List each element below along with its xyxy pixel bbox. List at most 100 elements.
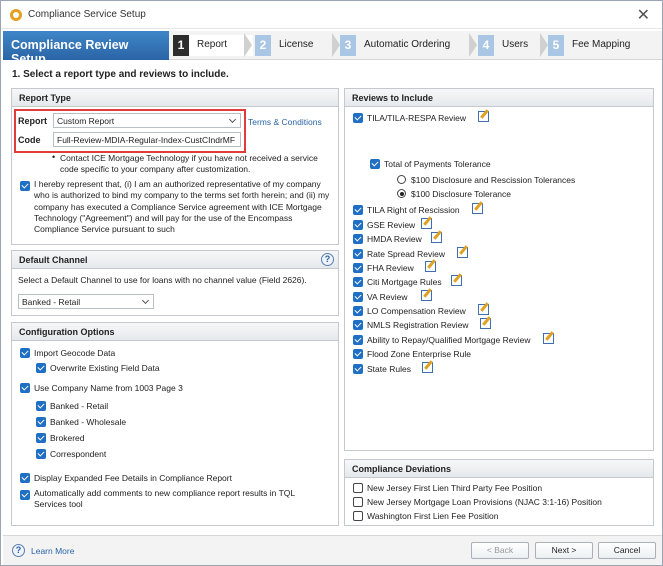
display-expanded-checkbox[interactable]	[20, 473, 30, 483]
reviews-panel: Reviews to Include TILA/TILA-RESPA Revie…	[344, 88, 654, 451]
radio-disclosure-rescission[interactable]	[397, 175, 406, 184]
review-checkbox[interactable]	[353, 234, 363, 244]
review-label: Flood Zone Enterprise Rule	[367, 349, 471, 359]
step-separator-icon	[469, 33, 477, 57]
edit-icon[interactable]	[457, 247, 468, 258]
deviation-checkbox[interactable]	[353, 483, 363, 493]
step-separator-icon	[244, 33, 252, 57]
review-checkbox[interactable]	[353, 249, 363, 259]
footer-bar: ? Learn More < Back Next > Cancel	[3, 535, 662, 565]
deviation-label: New Jersey First Lien Third Party Fee Po…	[367, 483, 543, 493]
review-checkbox[interactable]	[353, 205, 363, 215]
total-payments-checkbox[interactable]	[370, 159, 380, 169]
panel-header: Default Channel ?	[12, 251, 338, 269]
deviation-checkbox[interactable]	[353, 511, 363, 521]
review-label: Citi Mortgage Rules	[367, 277, 442, 287]
edit-icon[interactable]	[480, 318, 491, 329]
review-checkbox[interactable]	[353, 306, 363, 316]
panel-title: Default Channel	[19, 255, 88, 265]
step-label: License	[279, 39, 314, 50]
tila-respa-label: TILA/TILA-RESPA Review	[367, 113, 467, 123]
deviation-checkbox[interactable]	[353, 497, 363, 507]
display-expanded-label: Display Expanded Fee Details in Complian…	[34, 473, 232, 483]
use-company-name-label: Use Company Name from 1003 Page 3	[34, 383, 183, 393]
wizard-steps-bar: Compliance Review Setup 1 Report 2 Licen…	[3, 31, 662, 66]
step-separator-icon	[332, 33, 340, 57]
review-checkbox[interactable]	[353, 335, 363, 345]
use-company-name-checkbox[interactable]	[20, 383, 30, 393]
review-label: Ability to Repay/Qualified Mortgage Revi…	[367, 335, 531, 345]
panel-header: Compliance Deviations	[345, 460, 653, 478]
bullet-icon: •	[52, 152, 56, 162]
step-number: 2	[255, 35, 271, 56]
review-checkbox[interactable]	[353, 292, 363, 302]
step-fee-mapping[interactable]: 5 Fee Mapping	[548, 35, 658, 56]
authorized-checkbox[interactable]	[20, 181, 30, 191]
edit-icon[interactable]	[472, 203, 483, 214]
step-users[interactable]: 4 Users	[478, 35, 543, 56]
review-label: GSE Review	[367, 220, 416, 230]
radio-disclosure[interactable]	[397, 189, 406, 198]
import-geocode-checkbox[interactable]	[20, 348, 30, 358]
edit-icon[interactable]	[422, 362, 433, 373]
channel-select-value: Banked - Retail	[22, 297, 81, 307]
auto-comments-label: Automatically add comments to new compli…	[34, 488, 295, 510]
panel-header: Configuration Options	[12, 323, 338, 341]
authorization-text: I hereby represent that, (i) I am an aut…	[34, 179, 330, 235]
next-button[interactable]: Next >	[535, 542, 593, 559]
contact-note: Contact ICE Mortgage Technology if you h…	[60, 153, 318, 175]
highlight-box	[14, 109, 246, 153]
import-geocode-label: Import Geocode Data	[34, 348, 116, 358]
back-button[interactable]: < Back	[471, 542, 529, 559]
banked-wholesale-checkbox[interactable]	[36, 417, 46, 427]
correspondent-checkbox[interactable]	[36, 449, 46, 459]
step-number: 3	[340, 35, 356, 56]
edit-icon[interactable]	[478, 304, 489, 315]
instruction-text: 1. Select a report type and reviews to i…	[12, 69, 229, 80]
step-number: 1	[173, 35, 189, 56]
step-license[interactable]: 2 License	[255, 35, 333, 56]
edit-icon[interactable]	[421, 218, 432, 229]
review-checkbox[interactable]	[353, 277, 363, 287]
edit-icon[interactable]	[543, 333, 554, 344]
default-channel-panel: Default Channel ? Select a Default Chann…	[11, 250, 339, 316]
close-icon[interactable]: ✕	[637, 5, 650, 25]
review-label: FHA Review	[367, 263, 414, 273]
review-checkbox[interactable]	[353, 364, 363, 374]
help-icon[interactable]: ?	[321, 253, 334, 266]
step-label: Fee Mapping	[572, 39, 631, 50]
learn-more-link[interactable]: Learn More	[31, 546, 74, 556]
edit-icon[interactable]	[431, 232, 442, 243]
overwrite-field-checkbox[interactable]	[36, 363, 46, 373]
default-channel-select[interactable]: Banked - Retail	[18, 294, 154, 309]
review-checkbox[interactable]	[353, 349, 363, 359]
review-checkbox[interactable]	[353, 263, 363, 273]
banked-retail-checkbox[interactable]	[36, 401, 46, 411]
step-label: Report	[197, 39, 228, 50]
correspondent-label: Correspondent	[50, 449, 107, 459]
edit-icon[interactable]	[425, 261, 436, 272]
edit-icon[interactable]	[478, 111, 489, 122]
review-checkbox[interactable]	[353, 320, 363, 330]
radio-disclosure-label: $100 Disclosure Tolerance	[411, 189, 512, 199]
tila-respa-checkbox[interactable]	[353, 113, 363, 123]
auto-comments-checkbox[interactable]	[20, 490, 30, 500]
terms-conditions-link[interactable]: Terms & Conditions	[248, 117, 322, 127]
cancel-button[interactable]: Cancel	[598, 542, 656, 559]
review-label: VA Review	[367, 292, 408, 302]
review-checkbox[interactable]	[353, 220, 363, 230]
edit-icon[interactable]	[421, 290, 432, 301]
brokered-checkbox[interactable]	[36, 433, 46, 443]
radio-disclosure-rescission-label: $100 Disclosure and Rescission Tolerance…	[411, 175, 576, 185]
review-label: Rate Spread Review	[367, 249, 445, 259]
help-icon[interactable]: ?	[12, 544, 25, 557]
compliance-deviations-panel: Compliance Deviations New Jersey First L…	[344, 459, 654, 526]
step-report[interactable]: 1 Report	[173, 35, 253, 56]
edit-icon[interactable]	[451, 275, 462, 286]
review-label: State Rules	[367, 364, 411, 374]
review-label: TILA Right of Rescission	[367, 205, 460, 215]
channel-description: Select a Default Channel to use for loan…	[18, 275, 307, 285]
step-automatic-ordering[interactable]: 3 Automatic Ordering	[340, 35, 470, 56]
step-number: 5	[548, 35, 564, 56]
app-logo-icon	[10, 9, 22, 21]
